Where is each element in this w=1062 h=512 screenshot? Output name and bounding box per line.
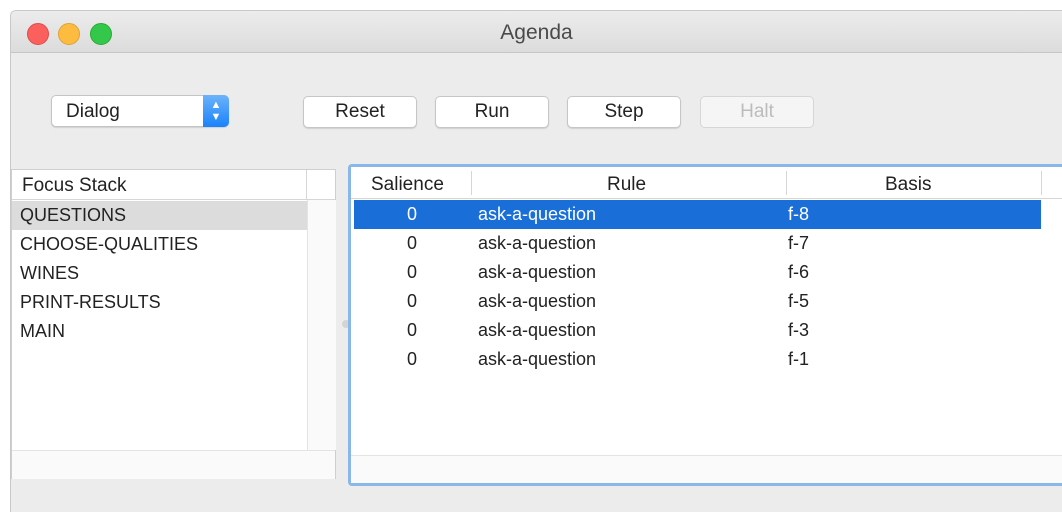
basis-cell: f-5	[788, 291, 810, 311]
rule-cell: ask-a-question	[478, 262, 597, 282]
salience-column-header[interactable]: Salience	[371, 174, 444, 196]
focus-stack-vertical-scrollbar[interactable]	[307, 200, 336, 450]
step-button[interactable]: Step	[567, 96, 681, 128]
salience-cell: 0	[407, 233, 418, 253]
basis-cell: f-8	[788, 204, 810, 224]
focus-stack-row[interactable]: CHOOSE-QUALITIES	[12, 230, 307, 259]
salience-cell: 0	[407, 262, 418, 282]
focus-stack-row[interactable]: QUESTIONS	[12, 201, 307, 230]
focus-stack-item-label: CHOOSE-QUALITIES	[20, 234, 199, 254]
column-divider	[1041, 171, 1042, 195]
agenda-table-header: Salience Rule Basis	[351, 167, 1062, 199]
column-divider	[471, 171, 472, 195]
rule-cell: ask-a-question	[478, 291, 597, 311]
focus-stack-item-label: WINES	[20, 263, 80, 283]
reset-button[interactable]: Reset	[303, 96, 417, 128]
focus-stack-table[interactable]: Focus Stack QUESTIONS CHOOSE-QUALITIES WIN…	[11, 169, 336, 479]
focus-stack-item-label: PRINT-RESULTS	[20, 292, 161, 312]
run-button[interactable]: Run	[435, 96, 549, 128]
module-popup-label: Dialog	[66, 101, 120, 122]
module-popup[interactable]: Dialog ▲ ▼	[51, 95, 229, 127]
focus-stack-row[interactable]: WINES	[12, 259, 307, 288]
focus-stack-row[interactable]: PRINT-RESULTS	[12, 288, 307, 317]
basis-column-header[interactable]: Basis	[885, 174, 931, 196]
halt-button: Halt	[700, 96, 814, 128]
column-divider	[786, 171, 787, 195]
agenda-row[interactable]: 0 ask-a-question f-3	[354, 316, 1041, 345]
updown-chevron-icon: ▲ ▼	[203, 95, 229, 127]
rule-column-header[interactable]: Rule	[607, 174, 646, 196]
basis-cell: f-7	[788, 233, 810, 253]
agenda-row[interactable]: 0 ask-a-question f-5	[354, 287, 1041, 316]
focus-stack-header[interactable]: Focus Stack	[12, 170, 335, 200]
focus-stack-horizontal-scrollbar[interactable]	[12, 450, 335, 479]
agenda-horizontal-scrollbar[interactable]	[351, 455, 1062, 483]
rule-cell: ask-a-question	[478, 320, 597, 340]
agenda-row[interactable]: 0 ask-a-question f-7	[354, 229, 1041, 258]
focus-stack-row[interactable]: MAIN	[12, 317, 307, 346]
focus-stack-item-label: MAIN	[20, 321, 65, 341]
rule-cell: ask-a-question	[478, 349, 597, 369]
column-divider	[306, 170, 307, 200]
focus-stack-column-header[interactable]: Focus Stack	[22, 175, 127, 197]
agenda-row[interactable]: 0 ask-a-question f-8	[354, 200, 1041, 229]
focus-stack-item-label: QUESTIONS	[20, 205, 127, 225]
window-title: Agenda	[500, 21, 573, 44]
basis-cell: f-3	[788, 320, 810, 340]
basis-cell: f-6	[788, 262, 810, 282]
rule-cell: ask-a-question	[478, 233, 597, 253]
agenda-window: Agenda Dialog ▲ ▼ Reset Run Step Halt Foc…	[10, 10, 1062, 512]
salience-cell: 0	[407, 349, 418, 369]
agenda-table[interactable]: Salience Rule Basis 0 ask-a-question f-8 0 a…	[348, 164, 1062, 486]
agenda-row[interactable]: 0 ask-a-question f-1	[354, 345, 1041, 374]
salience-cell: 0	[407, 320, 418, 340]
rule-cell: ask-a-question	[478, 204, 597, 224]
salience-cell: 0	[407, 204, 418, 224]
salience-cell: 0	[407, 291, 418, 311]
agenda-row[interactable]: 0 ask-a-question f-6	[354, 258, 1041, 287]
title-bar[interactable]: Agenda	[11, 11, 1062, 53]
basis-cell: f-1	[788, 349, 810, 369]
